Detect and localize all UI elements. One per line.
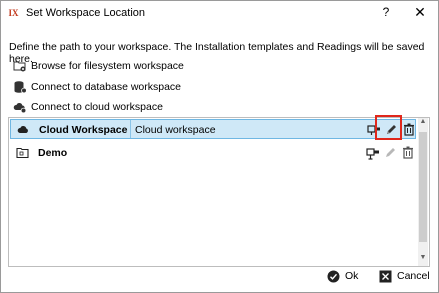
window-title: Set Workspace Location bbox=[26, 7, 146, 19]
folder-icon bbox=[16, 147, 29, 159]
workspace-name: Cloud Workspace bbox=[39, 124, 128, 136]
help-button[interactable]: ? bbox=[379, 5, 393, 21]
connect-cloud-action[interactable]: Connect to cloud workspace bbox=[13, 99, 163, 115]
cancel-button[interactable]: Cancel bbox=[379, 267, 430, 285]
scroll-thumb[interactable] bbox=[419, 132, 427, 242]
folder-gear-icon bbox=[13, 61, 26, 72]
connect-cloud-label: Connect to cloud workspace bbox=[31, 101, 163, 113]
workspace-description: Cloud workspace bbox=[135, 124, 216, 136]
column-divider bbox=[130, 120, 131, 138]
browse-filesystem-label: Browse for filesystem workspace bbox=[31, 60, 184, 72]
checkmark-circle-icon bbox=[327, 270, 340, 282]
title-bar: IX Set Workspace Location ? ✕ bbox=[1, 1, 438, 27]
workspace-row-cloud[interactable]: Cloud Workspace Cloud workspace bbox=[10, 119, 416, 139]
cloud-icon bbox=[17, 125, 28, 133]
cancel-x-icon bbox=[379, 270, 392, 282]
workspace-name: Demo bbox=[38, 147, 68, 159]
connect-database-action[interactable]: Connect to database workspace bbox=[13, 79, 181, 95]
connect-database-label: Connect to database workspace bbox=[31, 81, 182, 93]
list-scrollbar[interactable]: ▲ ▼ bbox=[418, 118, 428, 266]
workspace-row-demo[interactable]: Demo bbox=[10, 143, 416, 163]
scroll-down-arrow-icon[interactable]: ▼ bbox=[418, 254, 428, 266]
trash-icon[interactable] bbox=[401, 145, 416, 160]
app-logo-icon: IX bbox=[8, 8, 19, 18]
edit-highlight-box bbox=[375, 115, 402, 140]
ok-button[interactable]: Ok bbox=[327, 267, 358, 285]
database-icon bbox=[14, 81, 27, 94]
cancel-label: Cancel bbox=[397, 270, 430, 282]
workspace-list[interactable]: Cloud Workspace Cloud workspace Demo ▲ ▼ bbox=[8, 117, 430, 267]
ok-label: Ok bbox=[345, 270, 359, 282]
trash-icon[interactable] bbox=[402, 122, 417, 137]
close-button[interactable]: ✕ bbox=[412, 4, 428, 20]
edit-pencil-icon[interactable] bbox=[383, 145, 398, 160]
set-workspace-dialog: IX Set Workspace Location ? ✕ Define the… bbox=[0, 0, 439, 293]
connect-icon[interactable] bbox=[366, 145, 381, 160]
browse-filesystem-action[interactable]: Browse for filesystem workspace bbox=[13, 58, 184, 74]
scroll-up-arrow-icon[interactable]: ▲ bbox=[418, 118, 428, 130]
cloud-gear-icon bbox=[13, 102, 27, 114]
